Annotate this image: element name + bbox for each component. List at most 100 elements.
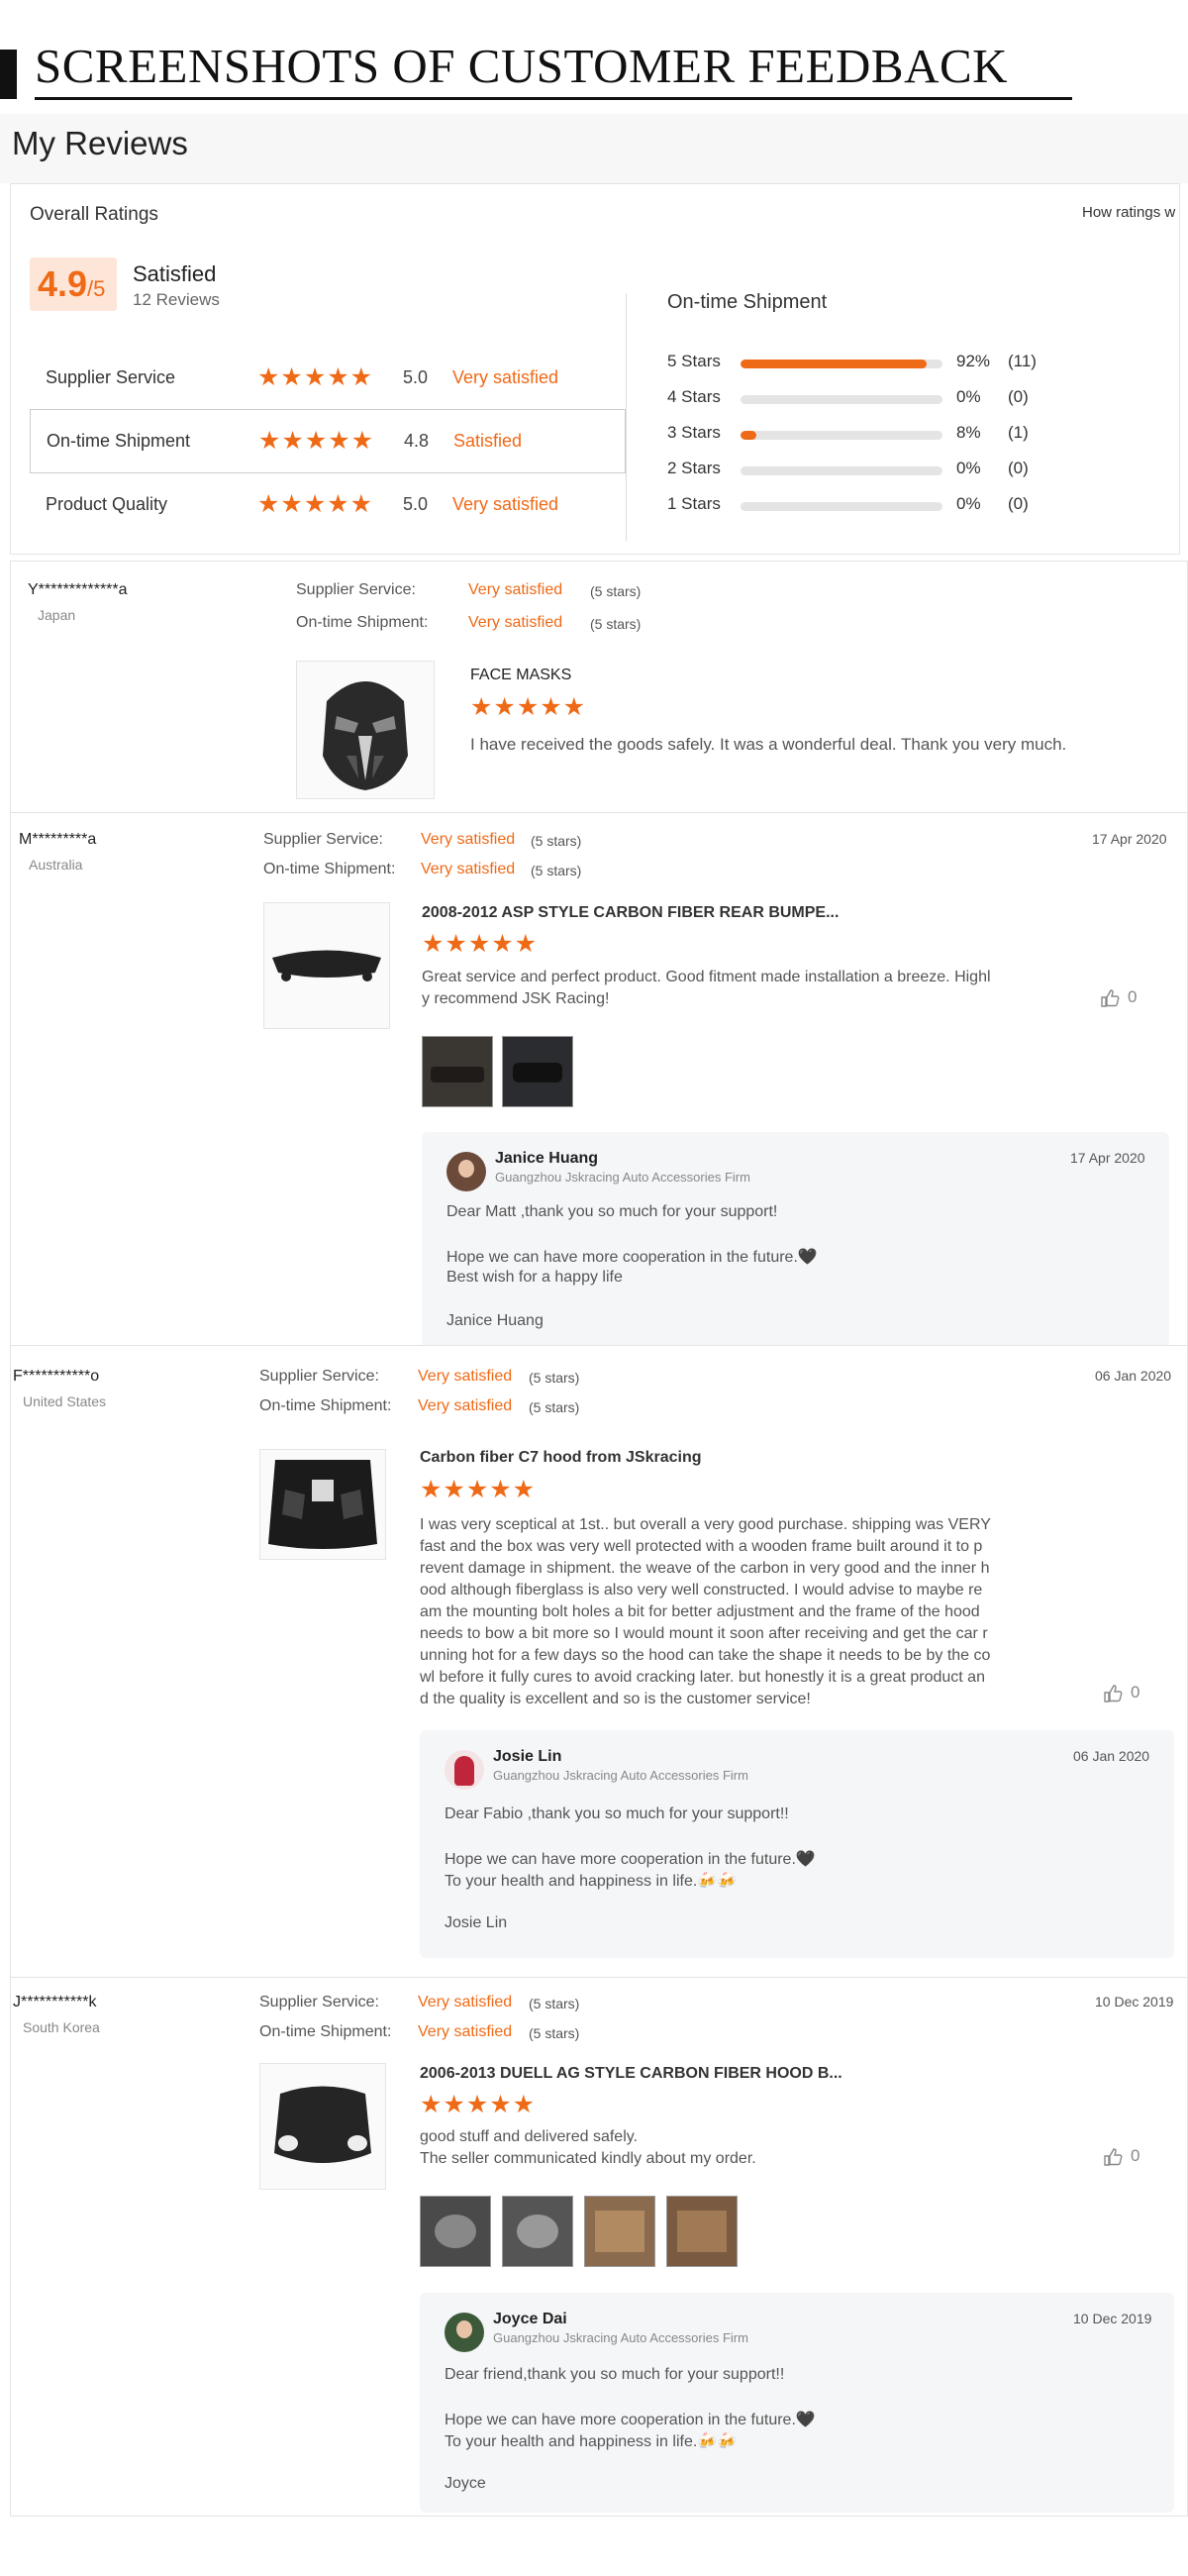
rating-stars-icon: ★★★★★ [257,363,374,391]
overall-ratings-label: Overall Ratings [30,204,158,225]
seller-avatar [445,2313,484,2352]
on-time-shipment-stars: (5 stars) [590,616,642,632]
reviewer-country: South Korea [23,2019,100,2035]
review-photo[interactable] [502,2196,573,2267]
supplier-service-value: Very satisfied [421,831,516,848]
review-card: F***********o United States Supplier Ser… [10,1345,1188,1979]
like-button[interactable]: 0 [1100,987,1137,1008]
page-title: My Reviews [12,125,188,161]
breakdown-count: (0) [1008,459,1029,477]
review-text: good stuff and delivered safely. The sel… [420,2128,756,2167]
product-image-face-mask[interactable] [296,661,435,799]
review-date: 10 Dec 2019 [1095,1994,1174,2009]
overall-word: Satisfied [133,261,217,286]
reviewer-name: F***********o [13,1368,100,1385]
reply-line: Dear Matt ,thank you so much for your su… [446,1203,778,1220]
rating-value: 5.0 [403,494,429,514]
breakdown-label: 3 Stars [667,423,721,442]
supplier-service-stars: (5 stars) [590,583,642,599]
reply-signature: Josie Lin [445,1914,508,1931]
review-photo[interactable] [584,2196,655,2267]
banner-marker [0,50,17,99]
breakdown-count: (0) [1008,494,1029,513]
product-name[interactable]: 2008-2012 ASP STYLE CARBON FIBER REAR BU… [422,904,839,922]
on-time-shipment-stars: (5 stars) [531,863,582,878]
supplier-service-stars: (5 stars) [529,1370,580,1386]
review-photo[interactable] [420,2196,491,2267]
breakdown-row: 1 Stars 0% (0) [667,494,1063,518]
reviewer-name: Y*************a [28,581,128,598]
review-text: I have received the goods safely. It was… [470,735,1067,754]
breakdown-bar [741,360,942,368]
breakdown-percent: 92% [956,352,991,370]
reply-date: 06 Jan 2020 [1073,1748,1150,1764]
reply-line: Dear friend,thank you so much for your s… [445,2366,785,2383]
rating-name: Supplier Service [46,367,176,387]
review-photo[interactable] [422,1036,493,1107]
face-mask-icon [323,681,408,790]
rating-row-on-time-shipment[interactable]: On-time Shipment ★★★★★ 4.8 Satisfied [30,410,626,473]
breakdown-bar [741,502,942,511]
review-photo[interactable] [666,2196,738,2267]
banner-underline [35,97,1072,100]
on-time-shipment-label: On-time Shipment: [296,614,429,631]
rating-word: Satisfied [453,431,523,451]
product-name[interactable]: 2006-2013 DUELL AG STYLE CARBON FIBER HO… [420,2065,842,2083]
reply-signature: Janice Huang [446,1312,544,1329]
breakdown-title: On-time Shipment [667,291,828,313]
review-photo[interactable] [502,1036,573,1107]
rating-value: 5.0 [403,367,429,387]
reply-line: Hope we can have more cooperation in the… [445,1851,816,1868]
review-card: J***********k South Korea Supplier Servi… [10,1977,1188,2517]
seller-reply: Josie Lin Guangzhou Jskracing Auto Acces… [420,1730,1174,1958]
product-stars-icon: ★★★★★ [470,693,587,721]
seller-reply: Janice Huang Guangzhou Jskracing Auto Ac… [422,1132,1169,1348]
seller-avatar [446,1152,486,1191]
seller-avatar [445,1750,484,1790]
rating-row-supplier-service[interactable]: Supplier Service ★★★★★ 5.0 Very satisfie… [30,347,626,410]
supplier-service-value: Very satisfied [418,1994,513,2010]
score-suffix: /5 [87,276,106,301]
breakdown-bar-fill [741,431,757,440]
how-ratings-link[interactable]: How ratings w [1082,204,1175,221]
breakdown-row: 2 Stars 0% (0) [667,459,1063,482]
breakdown-row: 5 Stars 92% (11) [667,352,1063,375]
product-stars-icon: ★★★★★ [420,1476,537,1503]
breakdown-row: 3 Stars 8% (1) [667,423,1063,447]
reviewer-name: M*********a [19,831,97,848]
car-hood-icon [274,2086,371,2163]
review-card: M*********a Australia Supplier Service: … [10,812,1188,1348]
reply-line: To your health and happiness in life.🍻🍻 [445,2433,738,2450]
reviewer-country: Australia [29,857,83,873]
like-button[interactable]: 0 [1103,2146,1139,2167]
product-image-rear-bumper[interactable] [263,902,390,1029]
product-name[interactable]: FACE MASKS [470,667,571,684]
rating-stars-icon: ★★★★★ [257,490,374,518]
product-image-duell-hood[interactable] [259,2063,386,2190]
breakdown-label: 5 Stars [667,352,721,370]
on-time-shipment-value: Very satisfied [468,614,563,631]
product-image-c7-hood[interactable] [259,1449,386,1560]
breakdown-label: 1 Stars [667,494,721,513]
review-text: Great service and perfect product. Good … [422,969,991,1007]
summary-divider [626,293,627,541]
reply-line: Best wish for a happy life [446,1269,623,1286]
on-time-shipment-value: Very satisfied [418,2023,513,2040]
rating-row-product-quality[interactable]: Product Quality ★★★★★ 5.0 Very satisfied [30,473,626,537]
product-name[interactable]: Carbon fiber C7 hood from JSkracing [420,1449,701,1467]
overall-score: 4.9/5 [38,263,105,305]
thumbs-up-icon [1104,2147,1123,2166]
supplier-service-label: Supplier Service: [259,1994,379,2010]
seller-firm: Guangzhou Jskracing Auto Accessories Fir… [495,1170,750,1185]
breakdown-percent: 0% [956,494,981,513]
like-button[interactable]: 0 [1103,1683,1139,1703]
reply-line: To your health and happiness in life.🍻🍻 [445,1873,738,1890]
like-count: 0 [1131,1683,1140,1701]
breakdown-count: (1) [1008,423,1029,442]
seller-name: Joyce Dai [493,2311,567,2327]
reviewer-country: Japan [38,607,76,623]
rating-stars-icon: ★★★★★ [258,427,375,455]
on-time-shipment-value: Very satisfied [418,1397,513,1414]
rear-bumper-icon [272,950,381,981]
reply-line: Dear Fabio ,thank you so much for your s… [445,1805,789,1822]
